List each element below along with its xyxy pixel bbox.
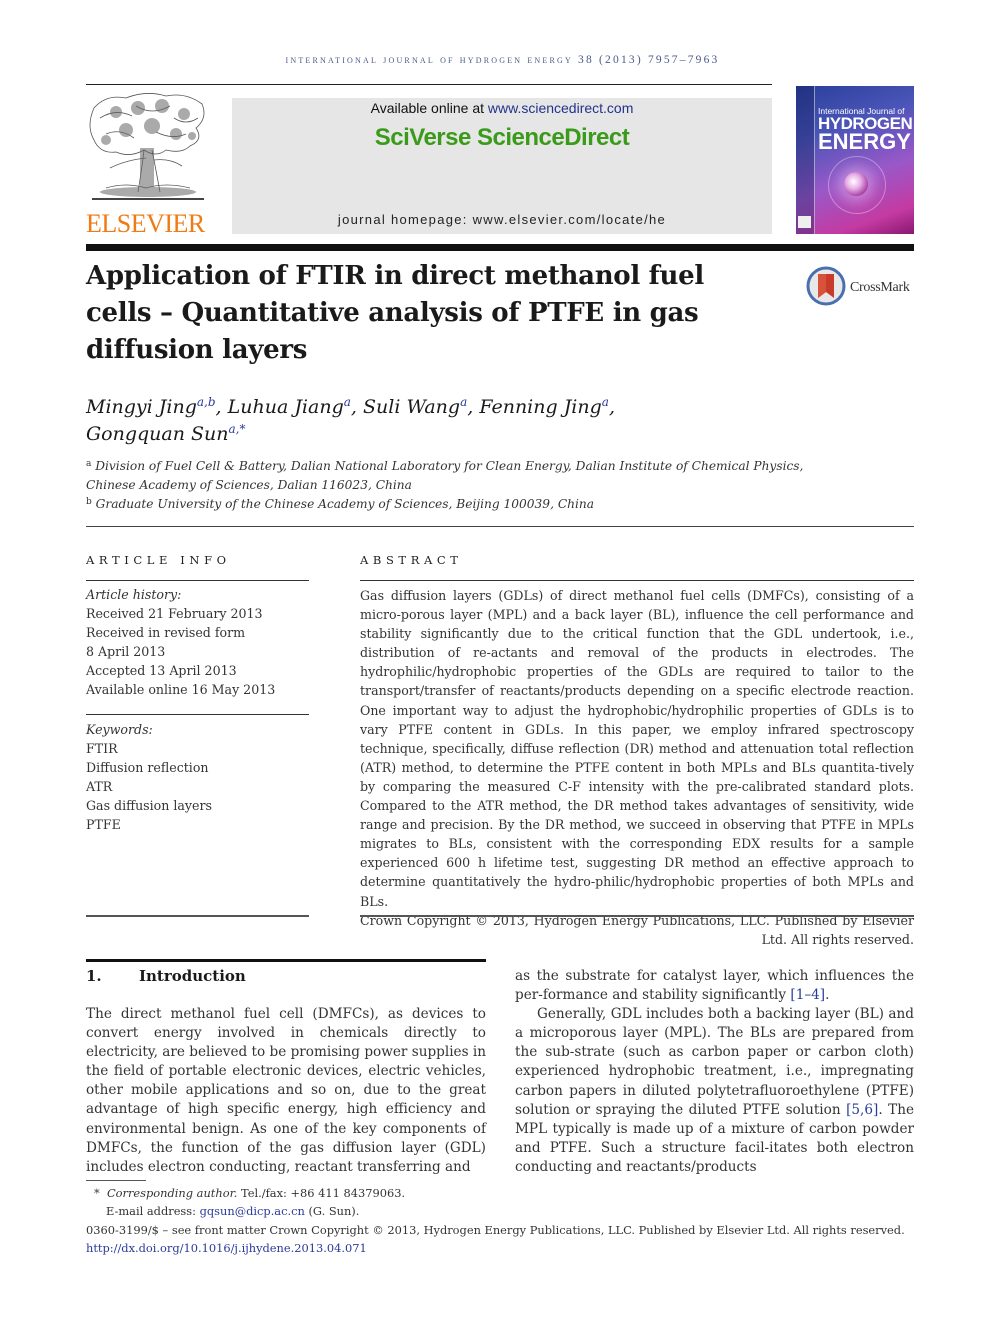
introduction-rule xyxy=(86,959,486,962)
author-list: Mingyi Jinga,b, Luhua Jianga, Suli Wanga… xyxy=(86,395,615,445)
doi-link[interactable]: http://dx.doi.org/10.1016/j.ijhydene.201… xyxy=(86,1241,367,1255)
crossmark-button[interactable]: CrossMark xyxy=(806,266,916,310)
footnotes: * Corresponding author. Tel./fax: +86 41… xyxy=(86,1184,916,1258)
running-head: International Journal of Hydrogen Energy… xyxy=(285,54,720,66)
sciencedirect-brand: SciVerse ScienceDirect xyxy=(374,124,630,151)
abstract-label: ABSTRACT xyxy=(360,553,463,567)
keyword: PTFE xyxy=(86,817,121,832)
affiliation: a Division of Fuel Cell & Battery, Dalia… xyxy=(86,459,804,492)
journal-homepage[interactable]: journal homepage: www.elsevier.com/locat… xyxy=(232,212,772,227)
issn-line: 0360-3199/$ – see front matter Crown Cop… xyxy=(86,1222,905,1237)
affiliation: b Graduate University of the Chinese Aca… xyxy=(86,497,595,511)
author[interactable]: Mingyi Jinga,b xyxy=(86,396,216,418)
article-info-label: ARTICLE INFO xyxy=(86,553,231,567)
citation-link[interactable]: [1–4] xyxy=(790,987,825,1003)
history-item: 8 April 2013 xyxy=(86,644,166,659)
keyword: FTIR xyxy=(86,741,118,756)
corresponding-author-note: * Corresponding author. Tel./fax: +86 41… xyxy=(94,1186,406,1200)
body-column-right: as the substrate for catalyst layer, whi… xyxy=(515,967,914,1177)
author[interactable]: Fenning Jinga xyxy=(479,396,609,418)
introduction-heading: 1. Introduction xyxy=(86,967,246,985)
sciencedirect-link[interactable]: www.sciencedirect.com xyxy=(488,100,634,116)
header-thick-rule xyxy=(86,244,914,251)
history-item: Accepted 13 April 2013 xyxy=(86,663,237,678)
affiliations: a Division of Fuel Cell & Battery, Dalia… xyxy=(86,457,806,514)
article-info-bottom-rule xyxy=(86,915,309,917)
history-item: Available online 16 May 2013 xyxy=(86,682,276,697)
cover-strip xyxy=(796,86,815,234)
history-heading: Article history: xyxy=(86,587,182,602)
cover-orb xyxy=(844,172,868,196)
body-column-left: The direct methanol fuel cell (DMFCs), a… xyxy=(86,1005,486,1177)
header-rule xyxy=(86,84,772,85)
elsevier-wordmark: ELSEVIER xyxy=(86,209,205,238)
abstract-body: Gas diffusion layers (GDLs) of direct me… xyxy=(360,586,914,949)
keywords: Keywords: FTIR Diffusion reflection ATR … xyxy=(86,720,309,834)
elsevier-tree-logo-icon xyxy=(89,93,205,200)
paragraph: The direct methanol fuel cell (DMFCs), a… xyxy=(86,1006,486,1175)
keyword: Diffusion reflection xyxy=(86,760,209,775)
history-item: Received in revised form xyxy=(86,625,246,640)
cover-publisher-logo-icon xyxy=(798,216,811,228)
history-item: Received 21 February 2013 xyxy=(86,606,263,621)
keywords-heading: Keywords: xyxy=(86,722,153,737)
cover-line-3: ENERGY xyxy=(818,129,911,154)
abstract-text: Gas diffusion layers (GDLs) of direct me… xyxy=(360,588,914,909)
email-link[interactable]: gqsun@dicp.ac.cn xyxy=(200,1204,305,1218)
author[interactable]: Gongquan Suna,* xyxy=(86,423,245,445)
author[interactable]: Luhua Jianga xyxy=(228,396,351,418)
footnote-rule xyxy=(86,1180,146,1181)
abstract-rule xyxy=(360,580,914,581)
citation-link[interactable]: [5,6] xyxy=(846,1102,878,1118)
keyword: ATR xyxy=(86,779,113,794)
keyword: Gas diffusion layers xyxy=(86,798,212,813)
article-history: Article history: Received 21 February 20… xyxy=(86,585,309,699)
abstract-bottom-rule xyxy=(360,915,914,917)
author[interactable]: Suli Wanga xyxy=(363,396,467,418)
available-online-prefix: Available online at xyxy=(370,100,488,116)
article-title: Application of FTIR in direct methanol f… xyxy=(86,261,704,365)
paragraph: as the substrate for catalyst layer, whi… xyxy=(515,968,914,1004)
available-online-line: Available online at www.sciencedirect.co… xyxy=(232,100,772,116)
article-info-rule xyxy=(86,580,309,581)
keywords-rule xyxy=(86,714,309,715)
crossmark-label: CrossMark xyxy=(850,280,910,295)
crossmark-icon xyxy=(806,266,846,306)
journal-cover-image: International Journal of HYDROGEN ENERGY xyxy=(796,86,914,234)
paragraph: Generally, GDL includes both a backing l… xyxy=(515,1006,914,1175)
email-note: E-mail address: gqsun@dicp.ac.cn (G. Sun… xyxy=(106,1204,360,1219)
section-divider xyxy=(86,526,914,527)
